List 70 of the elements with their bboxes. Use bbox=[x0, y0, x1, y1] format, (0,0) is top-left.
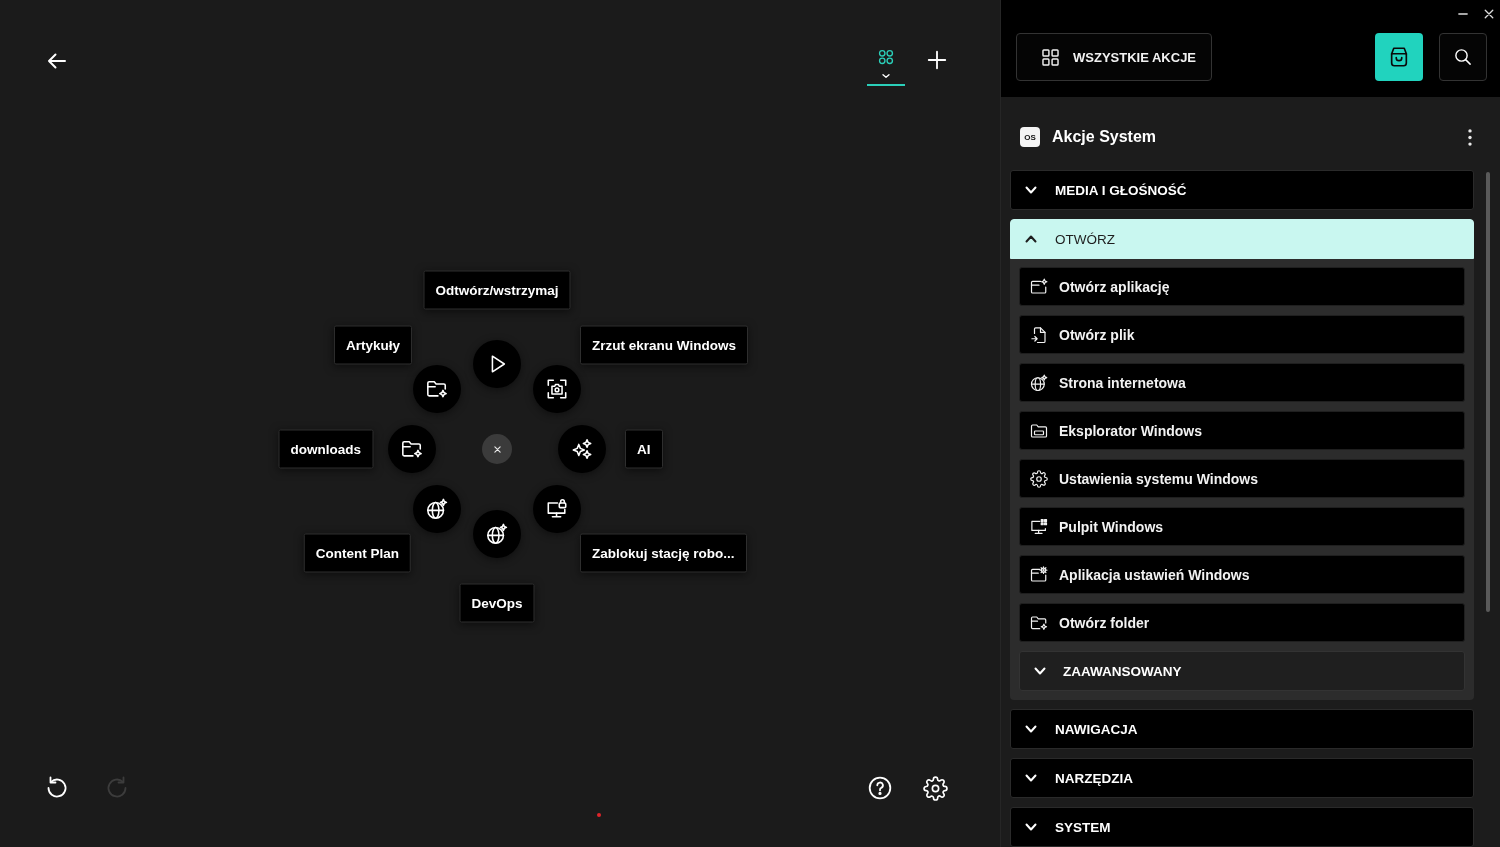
file-arrow-icon bbox=[1030, 325, 1048, 344]
section-title: Akcje System bbox=[1052, 128, 1157, 146]
action-node[interactable] bbox=[533, 364, 582, 413]
camera-frame-icon bbox=[546, 377, 569, 400]
shop-button[interactable] bbox=[1375, 33, 1423, 81]
more-options-icon[interactable] bbox=[1468, 128, 1472, 146]
settings-icon bbox=[1030, 469, 1048, 488]
globe-sparkle-icon bbox=[486, 523, 508, 545]
sparkles-icon bbox=[571, 438, 593, 460]
all-actions-button[interactable]: WSZYSTKIE AKCJE bbox=[1016, 33, 1213, 81]
folder-sparkle-icon bbox=[401, 438, 423, 460]
window-gear-icon bbox=[1030, 565, 1048, 584]
close-button[interactable] bbox=[482, 434, 512, 464]
globe-sparkle-icon bbox=[425, 498, 448, 521]
action-label: Zrzut ekranu Windows bbox=[580, 325, 748, 365]
action-item[interactable]: Eksplorator Windows bbox=[1019, 411, 1465, 450]
marker-dot bbox=[597, 813, 601, 817]
chevron-down-icon bbox=[1025, 774, 1037, 782]
chevron-down-icon bbox=[1025, 186, 1037, 194]
undo-icon[interactable] bbox=[45, 776, 69, 800]
category-header[interactable]: MEDIA I GŁOŚNOŚĆ bbox=[1010, 170, 1474, 210]
folder-sparkle-icon bbox=[1030, 613, 1048, 632]
plus-icon[interactable] bbox=[926, 49, 948, 71]
action-node[interactable] bbox=[388, 425, 436, 473]
action-item[interactable]: Otwórz folder bbox=[1019, 603, 1465, 642]
globe-sparkle-icon bbox=[1030, 373, 1048, 392]
folder-icon bbox=[1030, 421, 1048, 440]
action-label: Artykuły bbox=[333, 325, 412, 365]
settings-icon[interactable] bbox=[923, 775, 948, 801]
category-header[interactable]: NARZĘDZIA bbox=[1010, 758, 1474, 798]
action-node[interactable] bbox=[412, 364, 461, 413]
action-label: downloads bbox=[278, 429, 373, 469]
monitor-lock-icon bbox=[546, 498, 569, 521]
subcategory-header[interactable]: ZAAWANSOWANY bbox=[1019, 651, 1465, 691]
action-node[interactable] bbox=[412, 485, 461, 534]
grid-icon bbox=[1041, 47, 1060, 67]
chevron-down-icon bbox=[1025, 725, 1037, 733]
action-label: Content Plan bbox=[303, 533, 411, 573]
chevron-up-icon bbox=[1025, 235, 1037, 243]
chevron-down-icon bbox=[1025, 823, 1037, 831]
category-header[interactable]: NAWIGACJA bbox=[1010, 709, 1474, 749]
action-node[interactable] bbox=[533, 485, 582, 534]
action-node[interactable] bbox=[473, 340, 521, 388]
action-node[interactable] bbox=[473, 510, 521, 558]
action-label: Odtwórz/wstrzymaj bbox=[423, 270, 571, 310]
window-sparkle-icon bbox=[1030, 277, 1048, 296]
action-item[interactable]: Pulpit Windows bbox=[1019, 507, 1465, 546]
close-icon[interactable] bbox=[1484, 9, 1494, 19]
action-item[interactable]: Aplikacja ustawień Windows bbox=[1019, 555, 1465, 594]
close-icon bbox=[493, 445, 501, 453]
category-header[interactable]: OTWÓRZ bbox=[1010, 219, 1474, 259]
action-label: AI bbox=[625, 429, 663, 469]
action-label: DevOps bbox=[459, 583, 535, 623]
category-header[interactable]: SYSTEM bbox=[1010, 807, 1474, 847]
action-item[interactable]: Otwórz plik bbox=[1019, 315, 1465, 354]
chevron-down-icon bbox=[1034, 667, 1046, 675]
action-item[interactable]: Strona internetowa bbox=[1019, 363, 1465, 402]
search-icon bbox=[1454, 48, 1472, 66]
shopping-bag-icon bbox=[1388, 46, 1410, 68]
action-label: Zablokuj stację robo... bbox=[580, 533, 747, 573]
action-item[interactable]: Otwórz aplikację bbox=[1019, 267, 1465, 306]
chevron-down-icon bbox=[882, 73, 890, 79]
scrollbar[interactable] bbox=[1486, 172, 1490, 612]
action-item[interactable]: Ustawienia systemu Windows bbox=[1019, 459, 1465, 498]
help-icon[interactable] bbox=[868, 776, 892, 800]
action-node[interactable] bbox=[558, 425, 606, 473]
search-button[interactable] bbox=[1439, 33, 1487, 81]
section-logo: OS bbox=[1020, 127, 1040, 147]
monitor-grid-icon bbox=[1030, 517, 1048, 536]
circles-grid-icon bbox=[877, 48, 895, 66]
